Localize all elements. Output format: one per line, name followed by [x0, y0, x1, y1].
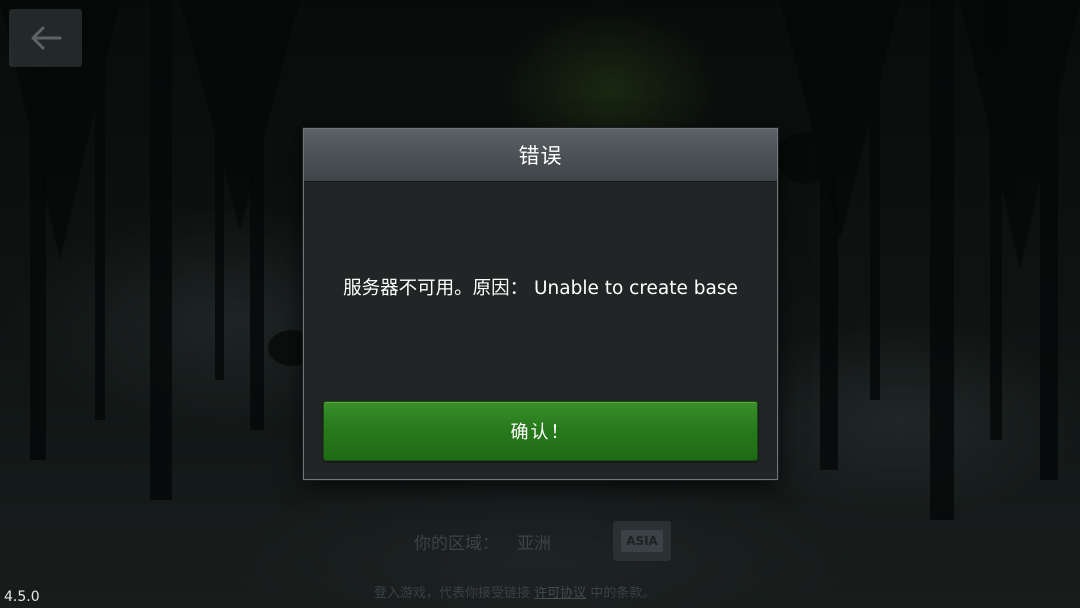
version-label: 4.5.0: [4, 589, 40, 605]
region-selector: 你的区域： 亚洲 ASIA: [414, 521, 671, 561]
region-label: 你的区域：: [414, 533, 499, 554]
error-dialog: 错误 服务器不可用。原因： Unable to create base 确认！: [303, 128, 778, 480]
license-notice: 登入游戏，代表你接受链接 许可协议 中的条款。: [374, 582, 655, 601]
region-badge-text: ASIA: [621, 530, 663, 552]
back-button[interactable]: [9, 9, 82, 67]
arrow-left-icon: [31, 26, 61, 50]
license-suffix: 中的条款。: [590, 586, 656, 601]
dialog-header: 错误: [304, 129, 777, 182]
region-badge[interactable]: ASIA: [613, 521, 671, 561]
dialog-message: 服务器不可用。原因： Unable to create base: [343, 278, 738, 299]
license-prefix: 登入游戏，代表你接受链接: [374, 586, 531, 601]
confirm-button[interactable]: 确认！: [323, 401, 758, 461]
region-value[interactable]: 亚洲: [517, 529, 551, 554]
dialog-title: 错误: [518, 144, 563, 168]
license-agreement-link[interactable]: 许可协议: [534, 586, 586, 601]
